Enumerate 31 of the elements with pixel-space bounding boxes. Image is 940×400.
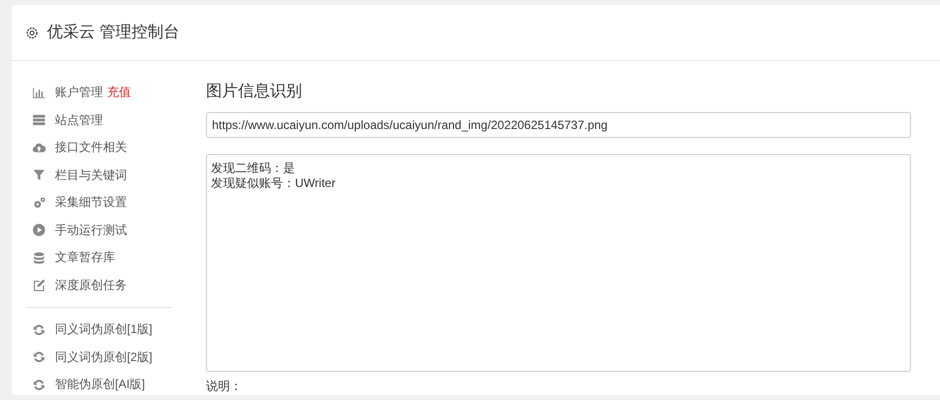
- refresh-icon: [32, 350, 46, 364]
- sidebar-item[interactable]: 智能伪原创[AI版]: [55, 376, 146, 394]
- database-icon: [32, 250, 46, 265]
- server-icon: [32, 113, 46, 128]
- settings-icon: [25, 26, 39, 40]
- refresh-icon: [32, 322, 46, 337]
- result-field[interactable]: 发现二维码：是 发现疑似账号：UWriter: [206, 154, 911, 372]
- sidebar-item[interactable]: 同义词伪原创[1版]: [55, 321, 152, 338]
- sidebar-item[interactable]: 栏目与关键词: [55, 166, 127, 184]
- sidebar-item[interactable]: 采集细节设置: [55, 194, 127, 212]
- filter-icon: [32, 168, 46, 182]
- page-heading: 图片信息识别: [206, 82, 303, 102]
- result-line: 发现疑似账号：UWriter: [211, 176, 336, 191]
- sidebar-item[interactable]: 深度原创任务: [55, 276, 127, 294]
- sidebar-item[interactable]: 文章暂存库: [55, 249, 115, 266]
- gears-icon: [32, 196, 46, 210]
- refresh-icon: [32, 378, 46, 392]
- cloud-upload-icon: [32, 140, 46, 155]
- play-circle-icon: [32, 223, 46, 238]
- sidebar-item[interactable]: 接口文件相关: [55, 139, 127, 156]
- sidebar-item[interactable]: 站点管理: [55, 112, 103, 129]
- console-title: 优采云 管理控制台: [47, 22, 180, 43]
- sidebar-item[interactable]: 账户管理: [55, 84, 103, 102]
- result-line: 发现二维码：是: [211, 161, 295, 176]
- sidebar-item[interactable]: 同义词伪原创[2版]: [55, 348, 152, 366]
- bar-chart-icon: [32, 86, 46, 100]
- sidebar-item[interactable]: 手动运行测试: [55, 222, 127, 239]
- url-field[interactable]: https://www.ucaiyun.com/uploads/ucaiyun/rand_img/20220625145737.png: [206, 112, 911, 138]
- recharge-link[interactable]: 充值: [107, 84, 131, 102]
- edit-icon: [32, 278, 46, 292]
- note-label: 说明：: [206, 378, 242, 395]
